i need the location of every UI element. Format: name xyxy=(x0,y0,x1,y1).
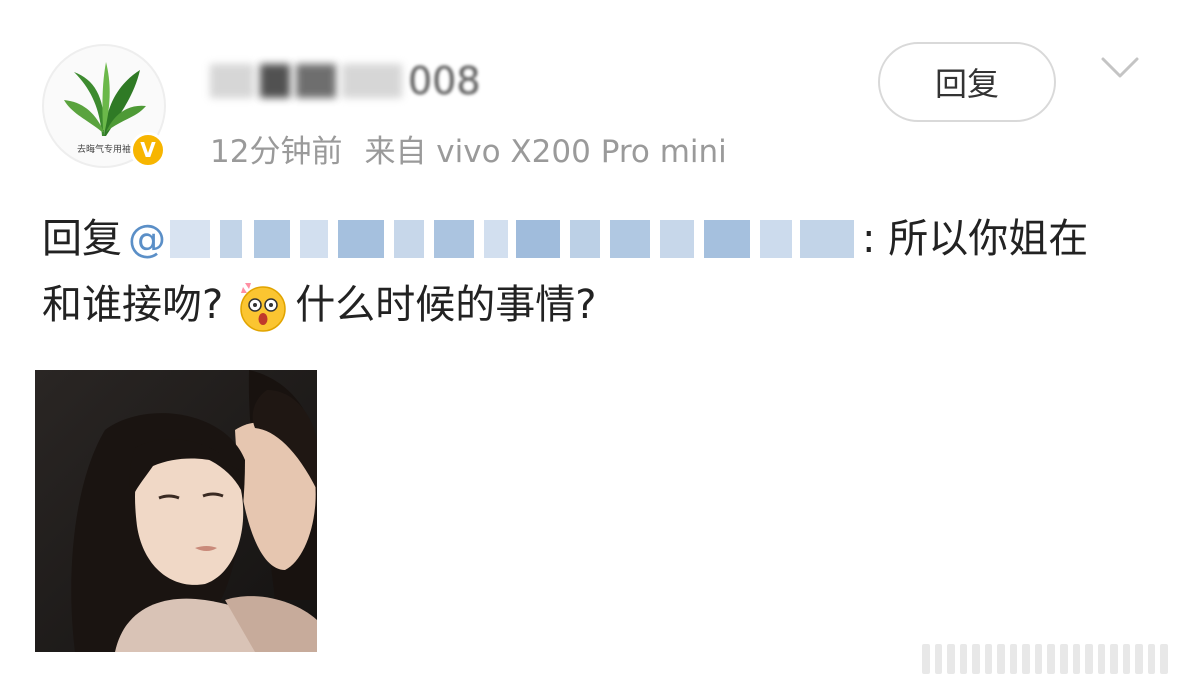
leaf-avatar-icon xyxy=(64,62,146,136)
mention-link[interactable]: @ xyxy=(128,206,858,272)
content-line-2: 和谁接吻? 什么时候的事情? xyxy=(42,272,1142,338)
kiss-photo-icon xyxy=(35,370,317,652)
username-suffix: 008 xyxy=(408,59,481,103)
content-line-2-text-a: 和谁接吻? xyxy=(42,282,224,328)
username-blur xyxy=(260,64,290,98)
mention-at: @ xyxy=(128,217,166,261)
post-meta: 12分钟前 来自 vivo X200 Pro mini xyxy=(210,126,727,171)
post-time: 12分钟前 xyxy=(210,134,343,170)
username-blur xyxy=(342,64,402,98)
username-blur xyxy=(210,64,254,98)
post-source: 来自 vivo X200 Pro mini xyxy=(364,134,727,170)
content-line-1: 回复 @ : 所以你姐在 xyxy=(42,206,1142,272)
verified-badge-icon: V xyxy=(130,132,166,168)
username-blur xyxy=(296,64,336,98)
shocked-face-emoji-icon xyxy=(240,283,286,332)
content-line-2-text-b: 什么时候的事情? xyxy=(295,282,597,328)
mention-pixelated xyxy=(170,220,858,258)
content-line-1-text: : 所以你姐在 xyxy=(862,216,1089,262)
chevron-down-icon[interactable] xyxy=(1100,56,1140,80)
username[interactable]: 008 xyxy=(210,56,481,106)
post-content: 回复 @ : 所以你姐在 和谁接吻? 什么时候的事情? xyxy=(42,206,1142,338)
scrollbar[interactable] xyxy=(922,644,1168,674)
reply-prefix: 回复 xyxy=(42,216,122,262)
reply-button[interactable]: 回复 xyxy=(878,42,1056,122)
post-image[interactable] xyxy=(35,370,317,652)
